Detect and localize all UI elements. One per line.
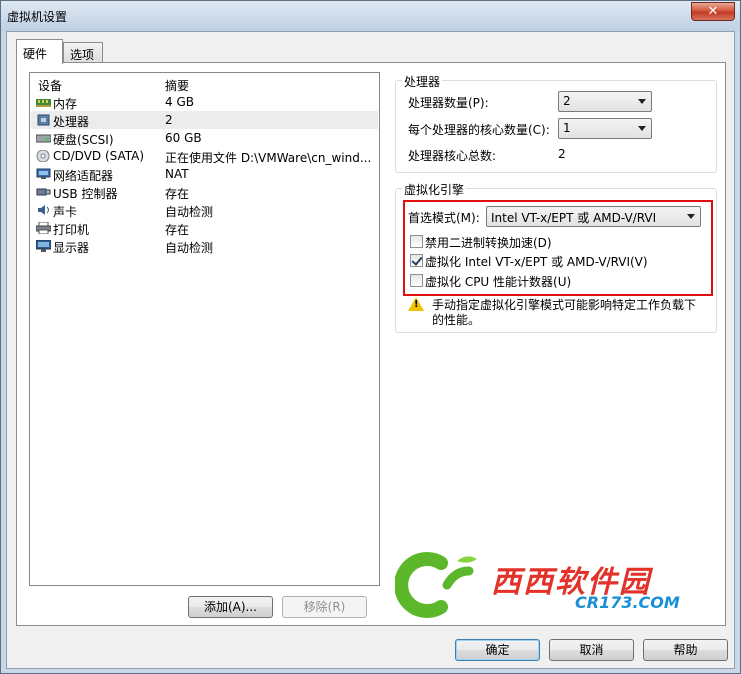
device-name: 打印机 bbox=[53, 223, 90, 237]
device-list[interactable]: 设备 摘要 内存 4 GB 处理器 2 硬盘(SCSI) 60 GB CD/DV… bbox=[29, 72, 380, 586]
device-row-cd-dvd[interactable]: CD/DVD (SATA) 正在使用文件 D:\VMWare\cn_wind..… bbox=[31, 147, 378, 165]
device-summary: 4 GB bbox=[165, 95, 194, 109]
hardware-tab-panel: 设备 摘要 内存 4 GB 处理器 2 硬盘(SCSI) 60 GB CD/DV… bbox=[16, 62, 726, 626]
device-summary: 存在 bbox=[165, 223, 190, 237]
cd-dvd-icon bbox=[36, 150, 50, 162]
device-row-memory[interactable]: 内存 4 GB bbox=[31, 93, 378, 111]
device-name: 内存 bbox=[53, 97, 78, 111]
total-cores-value: 2 bbox=[558, 147, 566, 161]
chevron-down-icon bbox=[638, 99, 646, 104]
device-row-display[interactable]: 显示器 自动检测 bbox=[31, 237, 378, 255]
processor-groupbox: 处理器 处理器数量(P): 2 每个处理器的核心数量(C): 1 处理器核心总数… bbox=[395, 73, 717, 173]
processor-count-label: 处理器数量(P): bbox=[408, 96, 489, 110]
cores-per-processor-select[interactable]: 1 bbox=[558, 118, 652, 139]
device-summary: 2 bbox=[165, 113, 173, 127]
chevron-down-icon bbox=[638, 126, 646, 131]
warning-text-line2: 的性能。 bbox=[432, 313, 481, 327]
printer-icon bbox=[36, 222, 51, 234]
device-name: CD/DVD (SATA) bbox=[53, 149, 145, 163]
device-summary: 自动检测 bbox=[165, 205, 214, 219]
tab-hardware[interactable]: 硬件 bbox=[16, 39, 63, 64]
network-adapter-icon bbox=[36, 168, 51, 179]
column-header-summary[interactable]: 摘要 bbox=[165, 77, 189, 94]
remove-device-button[interactable]: 移除(R) bbox=[282, 596, 367, 618]
device-row-usb-controller[interactable]: USB 控制器 存在 bbox=[31, 183, 378, 201]
device-summary: NAT bbox=[165, 167, 189, 181]
watermark-domain: CR173.COM bbox=[575, 593, 680, 612]
hard-disk-icon bbox=[36, 134, 51, 143]
device-row-processor[interactable]: 处理器 2 bbox=[31, 111, 378, 129]
title-bar[interactable]: 虚拟机设置 ✕ bbox=[1, 1, 740, 31]
processor-group-title: 处理器 bbox=[402, 73, 443, 90]
device-summary: 正在使用文件 D:\VMWare\cn_wind... bbox=[165, 151, 372, 165]
device-summary: 60 GB bbox=[165, 131, 202, 145]
total-cores-label: 处理器核心总数: bbox=[408, 149, 497, 163]
sound-card-icon bbox=[38, 205, 49, 215]
device-row-sound-card[interactable]: 声卡 自动检测 bbox=[31, 201, 378, 219]
device-name: 声卡 bbox=[53, 205, 78, 219]
processor-icon bbox=[37, 114, 50, 126]
processor-count-value: 2 bbox=[563, 94, 571, 108]
ok-button[interactable]: 确定 bbox=[455, 639, 540, 661]
device-name: 硬盘(SCSI) bbox=[53, 133, 114, 147]
memory-icon bbox=[36, 99, 51, 107]
dialog-client-area: 硬件 选项 设备 摘要 内存 4 GB 处理器 2 硬盘(SCSI) 60 GB… bbox=[6, 31, 735, 669]
device-name: USB 控制器 bbox=[53, 187, 118, 201]
device-summary: 存在 bbox=[165, 187, 190, 201]
cores-per-processor-label: 每个处理器的核心数量(C): bbox=[408, 123, 550, 137]
device-row-hard-disk[interactable]: 硬盘(SCSI) 60 GB bbox=[31, 129, 378, 147]
device-name: 显示器 bbox=[53, 241, 90, 255]
highlight-box bbox=[403, 200, 713, 296]
device-name: 处理器 bbox=[53, 115, 90, 129]
tab-options[interactable]: 选项 bbox=[63, 42, 103, 63]
display-icon bbox=[36, 240, 51, 252]
processor-count-select[interactable]: 2 bbox=[558, 91, 652, 112]
virtualization-group-title: 虚拟化引擎 bbox=[402, 181, 467, 198]
usb-icon bbox=[36, 188, 51, 196]
window-title: 虚拟机设置 bbox=[7, 10, 68, 24]
close-button[interactable]: ✕ bbox=[691, 2, 735, 21]
device-row-printer[interactable]: 打印机 存在 bbox=[31, 219, 378, 237]
device-list-header: 设备 摘要 bbox=[30, 73, 379, 93]
vm-settings-window: 虚拟机设置 ✕ 硬件 选项 设备 摘要 内存 4 GB 处理器 2 硬盘(SCS… bbox=[0, 0, 741, 674]
help-button[interactable]: 帮助 bbox=[643, 639, 728, 661]
device-name: 网络适配器 bbox=[53, 169, 114, 183]
cores-per-processor-value: 1 bbox=[563, 121, 571, 135]
watermark-logo: 西西软件园 CR173.COM bbox=[394, 549, 725, 621]
device-summary: 自动检测 bbox=[165, 241, 214, 255]
add-device-button[interactable]: 添加(A)... bbox=[188, 596, 273, 618]
column-header-device[interactable]: 设备 bbox=[38, 77, 62, 94]
cancel-button[interactable]: 取消 bbox=[549, 639, 634, 661]
device-row-network-adapter[interactable]: 网络适配器 NAT bbox=[31, 165, 378, 183]
warning-icon-mark: ! bbox=[414, 299, 419, 310]
